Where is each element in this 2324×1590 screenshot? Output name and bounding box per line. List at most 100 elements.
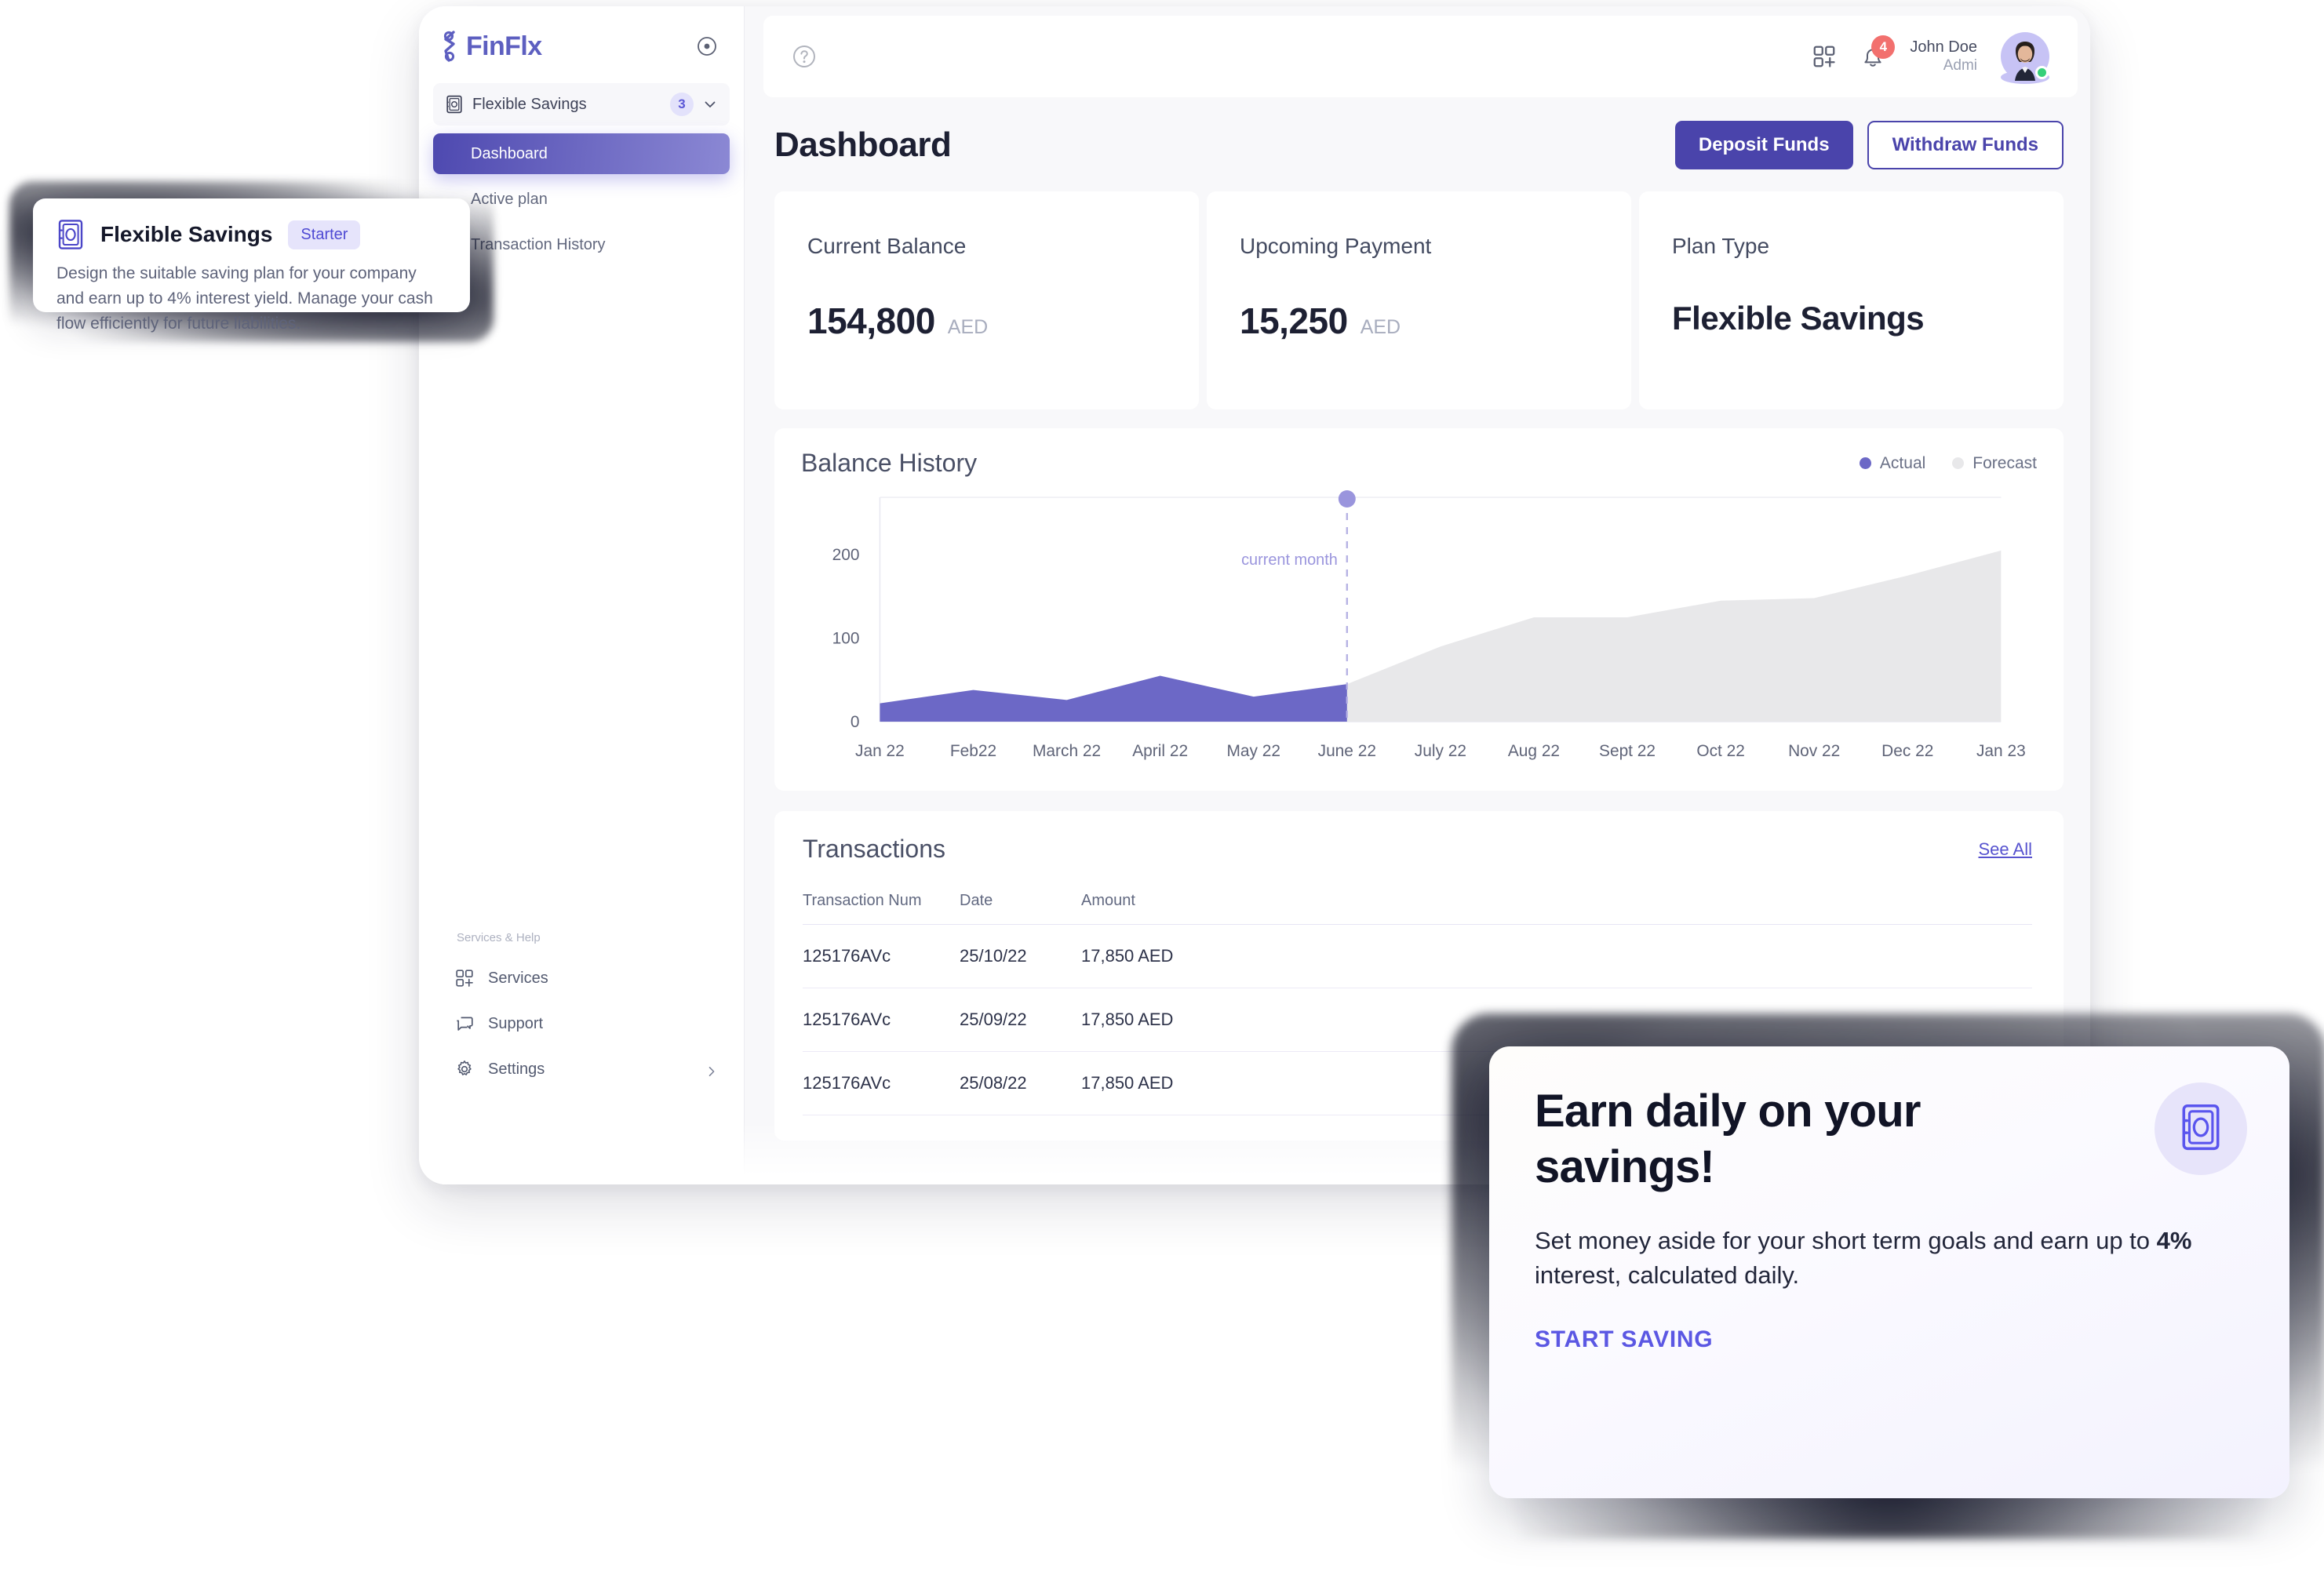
- flexible-savings-popup: Flexible Savings Starter Design the suit…: [9, 181, 494, 342]
- apps-add-icon: [455, 969, 474, 988]
- sidebar-item-services[interactable]: Services: [433, 955, 730, 1001]
- avatar[interactable]: [2001, 32, 2049, 84]
- earn-daily-promo-card: Earn daily on your savings! Set money as…: [1452, 1013, 2324, 1539]
- svg-text:Nov 22: Nov 22: [1788, 742, 1840, 760]
- svg-text:July 22: July 22: [1415, 742, 1466, 760]
- sidebar-item-label: Settings: [488, 1060, 545, 1078]
- main-content: 4 John Doe Admi Dashboard Deposit Funds …: [745, 6, 2090, 1184]
- sidebar-item-support[interactable]: Support: [433, 1001, 730, 1046]
- user-info[interactable]: John Doe Admi: [1910, 38, 1977, 75]
- question-circle-icon[interactable]: [792, 44, 817, 69]
- sidebar-item-settings[interactable]: Settings: [433, 1046, 730, 1092]
- promo-body-bold: 4%: [2156, 1226, 2192, 1254]
- legend-dot: [1952, 457, 1965, 469]
- legend-dot: [1859, 457, 1871, 469]
- svg-text:current month: current month: [1241, 551, 1338, 569]
- svg-text:Oct 22: Oct 22: [1696, 742, 1745, 760]
- plan-selector-label: Flexible Savings: [472, 95, 587, 113]
- svg-text:March 22: March 22: [1033, 742, 1101, 760]
- svg-text:Aug 22: Aug 22: [1508, 742, 1560, 760]
- cell-transaction-num: 125176AVc: [803, 1051, 960, 1115]
- svg-text:100: 100: [832, 630, 860, 648]
- popup-description: Design the suitable saving plan for your…: [56, 264, 433, 333]
- app-window: FinFlx Flexible Savings 3 Dashboard Acti…: [419, 6, 2090, 1184]
- finflx-logo-mark-icon: [441, 30, 464, 63]
- topbar-right: 4 John Doe Admi: [1812, 32, 2049, 84]
- cell-transaction-num: 125176AVc: [803, 988, 960, 1052]
- popup-badge: Starter: [288, 220, 361, 249]
- cell-date: 25/10/22: [960, 924, 1081, 988]
- svg-text:Sept 22: Sept 22: [1599, 742, 1656, 760]
- plan-selector[interactable]: Flexible Savings 3: [433, 83, 730, 126]
- legend-item-actual: Actual: [1859, 454, 1925, 473]
- collapse-circle-icon[interactable]: [697, 36, 717, 56]
- safe-icon: [56, 219, 85, 250]
- plan-count-badge: 3: [670, 93, 694, 116]
- svg-text:April 22: April 22: [1132, 742, 1188, 760]
- table-row[interactable]: 125176AVc 25/10/22 17,850 AED: [803, 924, 2032, 988]
- sidebar-item-label: Support: [488, 1014, 544, 1032]
- start-saving-button[interactable]: START SAVING: [1535, 1326, 2244, 1353]
- user-name: John Doe: [1910, 38, 1977, 56]
- bell-icon: [1860, 49, 1886, 73]
- notification-count-badge: 4: [1871, 35, 1896, 59]
- cell-date: 25/08/22: [960, 1051, 1081, 1115]
- online-status-dot: [2035, 66, 2049, 79]
- chevron-down-icon[interactable]: [703, 97, 717, 111]
- popup-title: Flexible Savings: [100, 222, 273, 246]
- balance-history-card: Balance History Actual Forecast 0 100 200: [774, 428, 2064, 791]
- svg-text:Dec 22: Dec 22: [1881, 742, 1933, 760]
- chat-bubbles-icon: [455, 1014, 474, 1033]
- page-actions: Deposit Funds Withdraw Funds: [1674, 121, 2064, 169]
- user-role: Admi: [1943, 56, 1977, 74]
- page-header: Dashboard Deposit Funds Withdraw Funds: [745, 107, 2090, 169]
- stat-card-current-balance: Current Balance 154,800 AED: [774, 191, 1199, 409]
- brand-name: FinFlx: [466, 31, 542, 61]
- column-header-date: Date: [960, 884, 1081, 925]
- stat-label: Upcoming Payment: [1240, 234, 1432, 258]
- stat-cards: Current Balance 154,800 AED Upcoming Pay…: [745, 169, 2090, 409]
- transactions-title: Transactions: [803, 835, 945, 863]
- column-header-amount: Amount: [1081, 884, 2032, 925]
- services-help-section: Services & Help Services Support Setting…: [419, 931, 744, 1092]
- promo-title: Earn daily on your savings!: [1535, 1086, 1921, 1192]
- screenshot-root: FinFlx Flexible Savings 3 Dashboard Acti…: [0, 0, 2324, 1590]
- brand-row: FinFlx: [419, 6, 744, 63]
- topbar: 4 John Doe Admi: [745, 6, 2090, 107]
- promo-body: Set money aside for your short term goal…: [1535, 1224, 2244, 1294]
- notifications-button[interactable]: 4: [1860, 35, 1896, 73]
- services-section-title: Services & Help: [457, 931, 541, 944]
- withdraw-funds-button[interactable]: Withdraw Funds: [1867, 121, 2064, 169]
- sidebar-item-dashboard[interactable]: Dashboard: [433, 133, 730, 174]
- gear-icon: [455, 1060, 474, 1079]
- sidebar-item-label: Services: [488, 969, 548, 987]
- safe-icon: [2179, 1103, 2223, 1155]
- stat-card-plan-type: Plan Type Flexible Savings: [1639, 191, 2064, 409]
- safe-icon: [446, 95, 463, 114]
- sidebar-item-label: Dashboard: [471, 144, 548, 162]
- svg-text:Jan 23: Jan 23: [1976, 742, 2026, 760]
- stat-unit: AED: [947, 316, 989, 338]
- see-all-link[interactable]: See All: [1979, 839, 2033, 860]
- stat-value: 15,250: [1240, 300, 1348, 341]
- table-header-row: Transaction Num Date Amount: [803, 884, 2032, 925]
- legend-item-forecast: Forecast: [1952, 454, 2037, 473]
- svg-text:200: 200: [832, 546, 860, 564]
- svg-text:Feb22: Feb22: [950, 742, 996, 760]
- legend-label: Forecast: [1972, 453, 2037, 472]
- stat-label: Plan Type: [1672, 234, 1770, 258]
- cell-date: 25/09/22: [960, 988, 1081, 1052]
- stat-value: 154,800: [807, 300, 935, 341]
- cell-amount: 17,850 AED: [1081, 924, 2032, 988]
- apps-add-icon[interactable]: [1812, 45, 1836, 68]
- topbar-card: 4 John Doe Admi: [763, 16, 2078, 97]
- stat-value: Flexible Savings: [1672, 300, 1925, 337]
- cell-transaction-num: 125176AVc: [803, 924, 960, 988]
- stat-card-upcoming-payment: Upcoming Payment 15,250 AED: [1207, 191, 1631, 409]
- promo-body-after: interest, calculated daily.: [1535, 1261, 1800, 1290]
- svg-text:Jan 22: Jan 22: [855, 742, 905, 760]
- deposit-funds-button[interactable]: Deposit Funds: [1674, 121, 1853, 169]
- chevron-right-icon: [706, 1064, 717, 1076]
- promo-body-before: Set money aside for your short term goal…: [1535, 1226, 2157, 1254]
- chart-legend: Actual Forecast: [1859, 454, 2037, 473]
